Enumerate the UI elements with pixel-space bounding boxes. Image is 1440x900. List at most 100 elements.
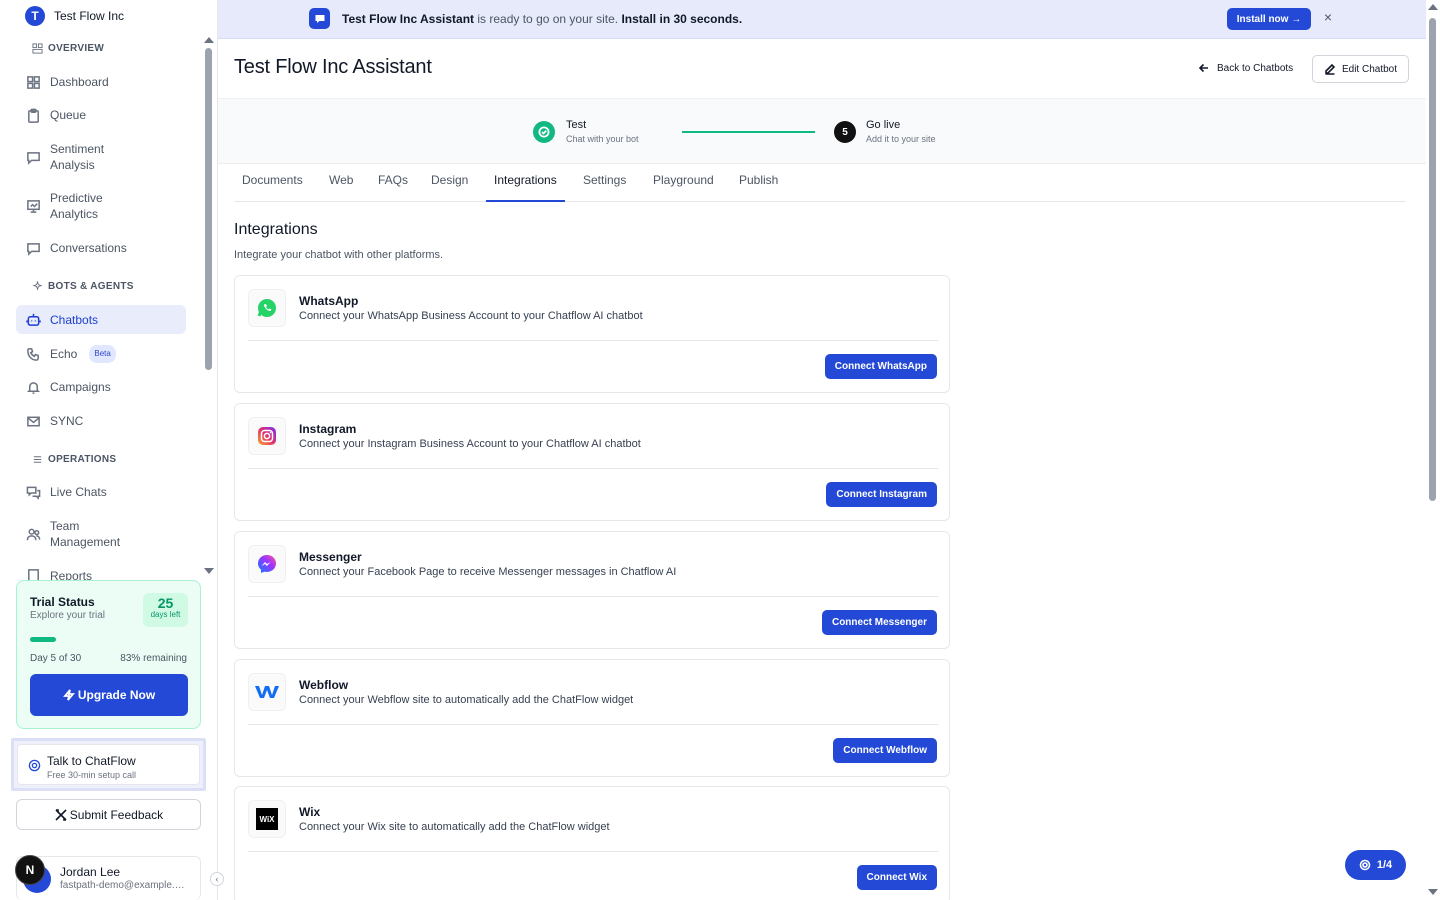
- sidebar: T Test Flow Inc OVERVIEW Dashboard Queue…: [0, 0, 224, 900]
- trial-progress-bar: [30, 637, 188, 642]
- report-icon: [28, 569, 39, 580]
- layout-icon: [32, 43, 43, 54]
- connect-wix-button[interactable]: Connect Wix: [856, 865, 937, 890]
- trial-subtitle: Explore your trial: [30, 610, 106, 621]
- onboarding-pager-button[interactable]: 1/4: [1345, 850, 1406, 880]
- main-scroll-down[interactable]: [1428, 889, 1438, 895]
- sidebar-item-queue[interactable]: Queue: [16, 107, 186, 123]
- section-title: Integrations: [234, 221, 318, 238]
- connect-webflow-button[interactable]: Connect Webflow: [833, 738, 937, 763]
- org-switcher[interactable]: T Test Flow Inc: [25, 6, 124, 26]
- trial-remaining-text: 83% remaining: [120, 653, 187, 664]
- connect-messenger-button[interactable]: Connect Messenger: [821, 610, 937, 635]
- integration-card-whatsapp: WhatsApp Connect your WhatsApp Business …: [234, 275, 950, 393]
- sidebar-scrollbar[interactable]: [205, 48, 212, 370]
- divider: [248, 340, 938, 341]
- message-icon: [27, 242, 40, 256]
- integration-desc: Connect your Facebook Page to receive Me…: [299, 566, 677, 578]
- submit-feedback-button[interactable]: Submit Feedback: [16, 799, 201, 830]
- sidebar-item-predictive-analytics[interactable]: Predictive Analytics: [16, 190, 186, 222]
- user-email: fastpath-demo@example.com: [60, 880, 185, 891]
- webflow-icon: [248, 673, 286, 711]
- sidebar-item-chatbots[interactable]: Chatbots: [16, 305, 186, 334]
- main-scroll-up[interactable]: [1428, 4, 1438, 10]
- wix-logo: WiX: [256, 808, 278, 830]
- step-test-title: Test: [566, 119, 587, 131]
- sidebar-item-team-management[interactable]: Team Management: [16, 518, 186, 550]
- tab-documents[interactable]: Documents: [242, 173, 303, 202]
- close-icon[interactable]: ×: [1321, 10, 1335, 24]
- beta-badge: Beta: [89, 345, 116, 363]
- bell-icon: [27, 381, 40, 394]
- sidebar-item-sync[interactable]: SYNC: [16, 413, 186, 429]
- sidebar-item-reports[interactable]: Reports: [16, 568, 186, 580]
- section-subtitle: Integrate your chatbot with other platfo…: [234, 249, 444, 261]
- page-title: Test Flow Inc Assistant: [234, 56, 432, 78]
- org-name: Test Flow Inc: [54, 9, 125, 23]
- connect-instagram-button[interactable]: Connect Instagram: [826, 482, 937, 507]
- install-banner: Test Flow Inc Assistant is ready to go o…: [218, 0, 1426, 39]
- step-go-live-title: Go live: [866, 119, 901, 131]
- bot-icon: [26, 313, 41, 326]
- integration-card-webflow: Webflow Connect your Webflow site to aut…: [234, 659, 950, 777]
- talk-title: Talk to ChatFlow: [47, 754, 136, 768]
- tab-integrations[interactable]: Integrations: [486, 173, 565, 202]
- tab-publish[interactable]: Publish: [739, 173, 778, 202]
- whatsapp-icon: [248, 289, 286, 327]
- talk-card: Talk to ChatFlow Free 30-min setup call: [17, 744, 200, 785]
- sidebar-item-campaigns[interactable]: Campaigns: [16, 379, 186, 395]
- sidebar-item-sentiment-analysis[interactable]: Sentiment Analysis: [16, 141, 186, 173]
- grid-icon: [27, 75, 40, 89]
- integration-card-instagram: Instagram Connect your Instagram Busines…: [234, 403, 950, 521]
- integration-card-messenger: Messenger Connect your Facebook Page to …: [234, 531, 950, 649]
- tab-faqs[interactable]: FAQs: [378, 173, 408, 202]
- step-go-live-number: 5: [834, 121, 856, 143]
- integration-desc: Connect your Wix site to automatically a…: [299, 821, 610, 833]
- collapse-sidebar-icon[interactable]: ‹: [210, 872, 224, 886]
- edit-chatbot-button[interactable]: Edit Chatbot: [1312, 55, 1409, 83]
- lifebuoy-icon: [28, 759, 41, 772]
- integration-name: Webflow: [299, 678, 349, 692]
- tab-playground[interactable]: Playground: [653, 173, 714, 202]
- integration-desc: Connect your Webflow site to automatical…: [299, 694, 634, 706]
- tab-design[interactable]: Design: [431, 173, 468, 202]
- trial-day-text: Day 5 of 30: [30, 653, 82, 664]
- messenger-icon: [248, 545, 286, 583]
- integration-name: Wix: [299, 805, 321, 819]
- tools-icon: [55, 808, 67, 821]
- org-avatar: T: [25, 6, 45, 26]
- talk-to-chatflow[interactable]: Talk to ChatFlow Free 30-min setup call: [11, 738, 206, 791]
- upgrade-button[interactable]: Upgrade Now: [30, 674, 188, 716]
- sidebar-item-echo[interactable]: Echo Beta: [16, 345, 186, 363]
- tab-settings[interactable]: Settings: [583, 173, 626, 202]
- section-overview: OVERVIEW: [32, 43, 104, 54]
- chat-icon: [27, 151, 40, 165]
- install-now-button[interactable]: Install now →: [1227, 8, 1311, 30]
- list-icon: [33, 456, 42, 463]
- divider: [248, 851, 938, 852]
- chats-icon: [26, 486, 41, 500]
- sidebar-item-conversations[interactable]: Conversations: [16, 240, 186, 256]
- section-operations: OPERATIONS: [32, 454, 116, 465]
- users-icon: [26, 528, 41, 540]
- clipboard-icon: [28, 108, 39, 123]
- presentation-icon: [27, 199, 40, 213]
- divider: [248, 596, 938, 597]
- main-scrollbar[interactable]: [1429, 18, 1436, 501]
- sparkles-icon: [32, 281, 43, 291]
- arrow-left-icon: [1198, 63, 1208, 73]
- sidebar-scroll-up[interactable]: [204, 37, 214, 43]
- instagram-icon: [248, 417, 286, 455]
- integration-name: Messenger: [299, 550, 362, 564]
- connect-whatsapp-button[interactable]: Connect WhatsApp: [824, 354, 937, 379]
- integration-desc: Connect your Instagram Business Account …: [299, 438, 641, 450]
- back-to-chatbots-link[interactable]: Back to Chatbots: [1198, 62, 1293, 74]
- sidebar-scroll-down[interactable]: [204, 568, 214, 574]
- tab-web[interactable]: Web: [329, 173, 353, 202]
- divider: [248, 468, 938, 469]
- sidebar-item-dashboard[interactable]: Dashboard: [16, 74, 186, 90]
- sidebar-item-live-chats[interactable]: Live Chats: [16, 484, 186, 500]
- wix-icon: WiX: [248, 800, 286, 838]
- edit-icon: [1325, 63, 1336, 75]
- days-left-number: 25: [157, 595, 174, 611]
